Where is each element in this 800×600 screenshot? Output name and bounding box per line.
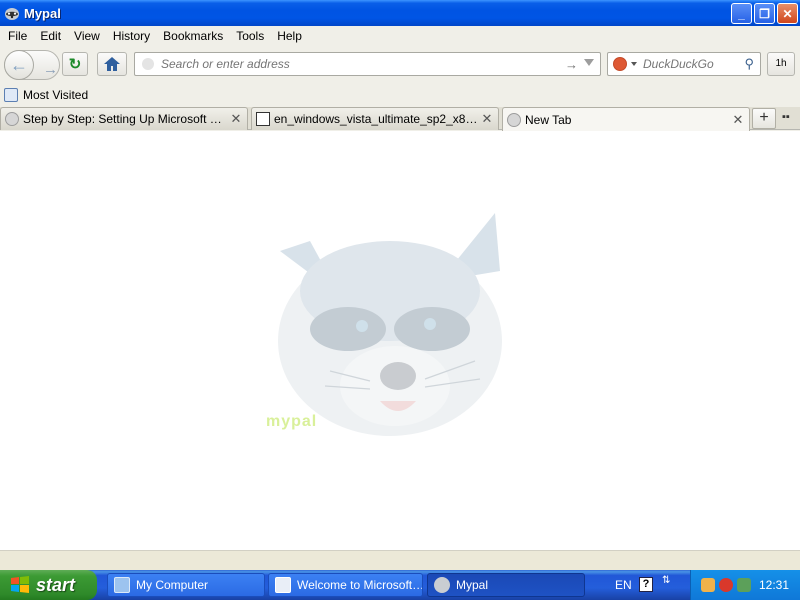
search-engine-dropdown-icon[interactable] bbox=[631, 62, 637, 66]
tab-new-tab[interactable]: New Tab ✕ bbox=[502, 107, 750, 131]
home-button[interactable] bbox=[97, 52, 127, 76]
duckduckgo-icon[interactable] bbox=[613, 57, 627, 71]
list-all-tabs-icon[interactable]: ▪▪ bbox=[782, 111, 796, 125]
taskbar-item-label: My Computer bbox=[136, 578, 209, 592]
mypal-icon bbox=[434, 577, 450, 593]
minimize-button[interactable]: _ bbox=[731, 3, 752, 24]
start-label: start bbox=[36, 574, 76, 595]
menu-file[interactable]: File bbox=[3, 29, 35, 43]
taskbar: start My Computer Welcome to Microsoft… … bbox=[0, 570, 800, 600]
security-shield-icon[interactable] bbox=[719, 578, 733, 592]
taskbar-item-my-computer[interactable]: My Computer bbox=[107, 573, 265, 597]
windows-flag-icon bbox=[11, 576, 29, 593]
menu-bar: File Edit View History Bookmarks Tools H… bbox=[0, 26, 800, 46]
navigation-toolbar: ← → ↻ → ⚲ 1h bbox=[0, 47, 800, 83]
bookmarks-toolbar: Most Visited bbox=[0, 84, 800, 106]
globe-icon bbox=[507, 112, 521, 127]
back-button[interactable]: ← bbox=[4, 50, 34, 80]
back-arrow-icon: ← bbox=[10, 54, 28, 75]
tab-close-icon[interactable]: ✕ bbox=[731, 112, 745, 128]
menu-edit[interactable]: Edit bbox=[35, 29, 69, 43]
help-icon[interactable]: ? bbox=[639, 577, 653, 592]
globe-icon bbox=[142, 58, 154, 70]
menu-tools[interactable]: Tools bbox=[231, 29, 272, 43]
close-button[interactable]: ✕ bbox=[777, 3, 798, 24]
tab-vista-download[interactable]: en_windows_vista_ultimate_sp2_x86_dvd… ✕ bbox=[251, 107, 499, 130]
magnifier-icon[interactable]: ⚲ bbox=[744, 56, 754, 72]
taskbar-item-mypal[interactable]: Mypal bbox=[427, 573, 585, 597]
mypal-logo-text: mypal bbox=[266, 413, 318, 430]
reload-button[interactable]: ↻ bbox=[62, 52, 88, 76]
globe-icon bbox=[5, 112, 19, 126]
archive-icon bbox=[256, 112, 270, 126]
status-bar bbox=[0, 550, 800, 570]
welcome-icon bbox=[275, 577, 291, 593]
taskbar-item-label: Mypal bbox=[456, 578, 489, 592]
back-forward-group: ← → bbox=[4, 50, 60, 80]
forward-button[interactable]: → bbox=[43, 61, 58, 78]
taskbar-item-welcome[interactable]: Welcome to Microsoft… bbox=[268, 573, 423, 597]
browser-window: Mypal _ ❐ ✕ File Edit View History Bookm… bbox=[0, 0, 800, 570]
network-icon[interactable] bbox=[701, 578, 715, 592]
tab-step-by-step[interactable]: Step by Step: Setting Up Microsoft Windo… bbox=[0, 107, 248, 130]
update-icon[interactable] bbox=[737, 578, 751, 592]
start-button[interactable]: start bbox=[0, 570, 97, 600]
language-indicator[interactable]: EN bbox=[615, 578, 632, 592]
taskbar-item-label: Welcome to Microsoft… bbox=[297, 578, 423, 592]
go-arrow-icon[interactable]: → bbox=[565, 57, 578, 72]
title-bar[interactable]: Mypal _ ❐ ✕ bbox=[0, 0, 800, 26]
search-bar[interactable]: ⚲ bbox=[607, 52, 761, 76]
search-input[interactable] bbox=[643, 57, 743, 71]
mypal-app-icon bbox=[4, 5, 20, 21]
raccoon-logo-icon bbox=[278, 213, 502, 436]
history-dropdown-icon[interactable] bbox=[584, 59, 594, 66]
tab-label: Step by Step: Setting Up Microsoft Windo… bbox=[23, 112, 229, 126]
tab-label: en_windows_vista_ultimate_sp2_x86_dvd… bbox=[274, 112, 480, 126]
window-title: Mypal bbox=[24, 5, 61, 21]
menu-view[interactable]: View bbox=[69, 29, 108, 43]
restore-button[interactable]: ❐ bbox=[754, 3, 775, 24]
address-input[interactable] bbox=[161, 57, 561, 71]
tab-label: New Tab bbox=[525, 112, 572, 127]
home-icon bbox=[104, 57, 120, 71]
menu-bookmarks[interactable]: Bookmarks bbox=[158, 29, 231, 43]
tab-strip: Step by Step: Setting Up Microsoft Windo… bbox=[0, 107, 800, 131]
new-tab-page: mypal bbox=[0, 131, 800, 550]
my-computer-icon bbox=[114, 577, 130, 593]
extension-button[interactable]: 1h bbox=[767, 52, 795, 76]
new-tab-button[interactable]: + bbox=[752, 108, 776, 129]
most-visited-icon bbox=[4, 88, 18, 102]
reload-icon: ↻ bbox=[68, 56, 82, 73]
menu-help[interactable]: Help bbox=[272, 29, 310, 43]
clock: 12:31 bbox=[759, 578, 790, 592]
tray-expand-icon[interactable]: ⇅ bbox=[662, 575, 670, 586]
menu-history[interactable]: History bbox=[108, 29, 158, 43]
address-bar[interactable]: → bbox=[134, 52, 601, 76]
system-tray: 12:31 bbox=[690, 570, 800, 600]
tab-close-icon[interactable]: ✕ bbox=[229, 111, 243, 127]
most-visited-bookmark[interactable]: Most Visited bbox=[23, 88, 88, 102]
tab-close-icon[interactable]: ✕ bbox=[480, 111, 494, 127]
